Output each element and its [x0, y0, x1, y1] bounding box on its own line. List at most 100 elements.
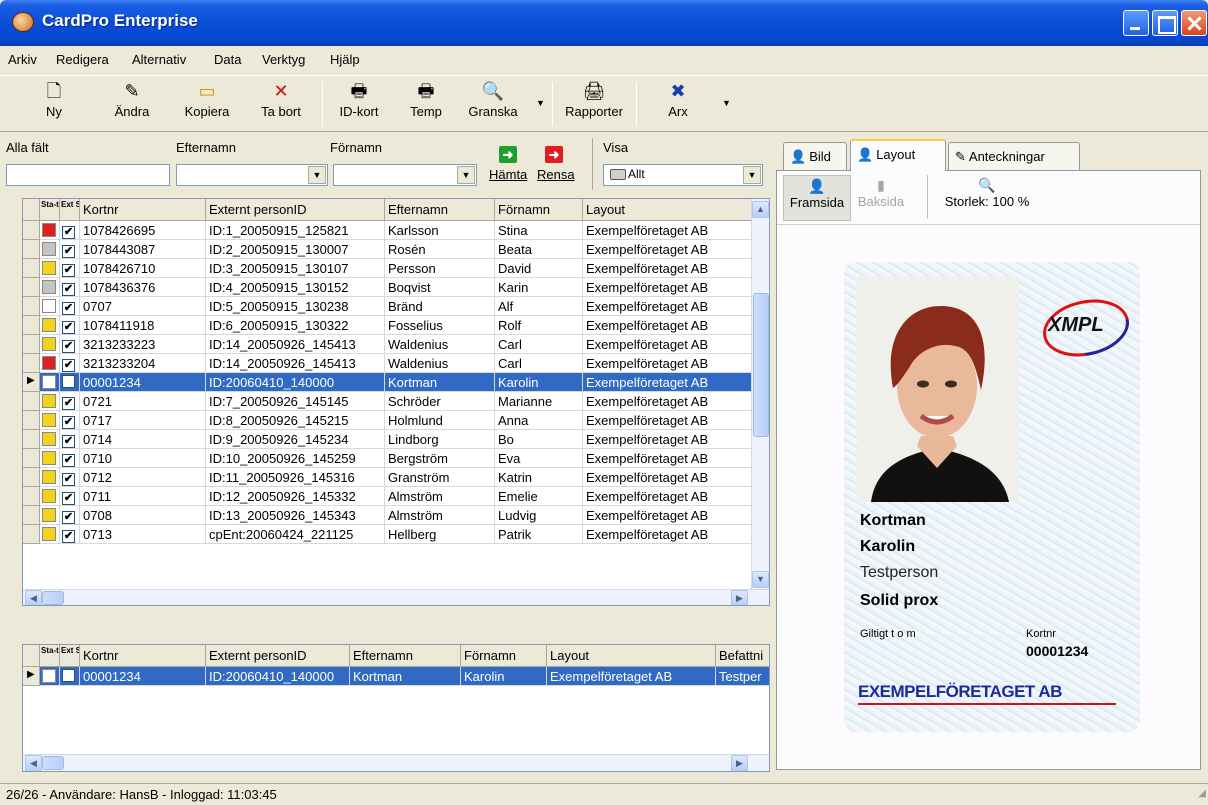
table-row[interactable]: ✔ 0707 ID:5_20050915_130238 Bränd Alf Exempel…: [23, 297, 753, 316]
table-row[interactable]: ✔ 0710 ID:10_20050926_145259 Bergström Eva Ex…: [23, 449, 753, 468]
table-row[interactable]: ▶ 00001234 ID:20060410_140000 Kortman Ka…: [23, 667, 769, 686]
tab-layout[interactable]: 👤 Layout: [850, 139, 946, 171]
table-row[interactable]: ✔ 3213233204 ID:14_20050926_145413 Waldeniu…: [23, 354, 753, 373]
copy-button[interactable]: ▭ Kopiera: [176, 80, 238, 128]
column-header-ext-id[interactable]: Externt personID: [206, 645, 350, 667]
sync-checkbox[interactable]: ✔: [62, 511, 75, 524]
scroll-right-icon[interactable]: ▶: [731, 755, 748, 771]
new-button[interactable]: 🗋 Ny: [34, 80, 74, 128]
sync-checkbox[interactable]: ✔: [62, 321, 75, 334]
menu-verktyg[interactable]: Verktyg: [262, 52, 305, 67]
lastname-filter-combo[interactable]: ▼: [176, 164, 328, 186]
column-header-cardno[interactable]: Kortnr: [80, 199, 206, 221]
table-row[interactable]: ✔ 0714 ID:9_20050926_145234 Lindborg Bo Exemp…: [23, 430, 753, 449]
table-row[interactable]: ✔ 1078436376 ID:4_20050915_130152 Boqvist Ka…: [23, 278, 753, 297]
column-header-position[interactable]: Befattni: [716, 645, 769, 667]
column-header-ext-sync[interactable]: Ext Sync: [60, 645, 80, 667]
fetch-arrow-icon[interactable]: ➜: [499, 146, 517, 163]
firstname-filter-combo[interactable]: ▼: [333, 164, 477, 186]
arx-button[interactable]: ✖ Arx: [652, 80, 704, 128]
sync-checkbox[interactable]: ✔: [62, 359, 75, 372]
clear-arrow-icon[interactable]: ➜: [545, 146, 563, 163]
table-row[interactable]: ✔ 0713 cpEnt:20060424_221125 Hellberg Patrik…: [23, 525, 753, 544]
preview-button[interactable]: 🔍 Granska: [462, 80, 524, 128]
sync-checkbox[interactable]: ✔: [62, 302, 75, 315]
column-header-status[interactable]: Sta-tus: [40, 199, 60, 221]
sync-checkbox[interactable]: ✔: [62, 530, 75, 543]
sync-checkbox[interactable]: ✔: [62, 245, 75, 258]
sync-checkbox[interactable]: ✔: [62, 416, 75, 429]
delete-button[interactable]: ✕ Ta bort: [252, 80, 310, 128]
sync-checkbox[interactable]: ✔: [62, 340, 75, 353]
column-header-firstname[interactable]: Förnamn: [461, 645, 547, 667]
menu-arkiv[interactable]: Arkiv: [8, 52, 37, 67]
table-row[interactable]: ✔ 1078426710 ID:3_20050915_130107 Persson Da…: [23, 259, 753, 278]
tab-notes[interactable]: ✎ Anteckningar: [948, 142, 1080, 170]
scroll-down-icon[interactable]: ▼: [752, 571, 769, 588]
scroll-left-icon[interactable]: ◀: [25, 755, 42, 771]
menu-data[interactable]: Data: [214, 52, 241, 67]
all-fields-input[interactable]: [6, 164, 170, 186]
chevron-down-icon[interactable]: ▼: [743, 166, 761, 184]
table-row[interactable]: ✔ 1078443087 ID:2_20050915_130007 Rosén Beat…: [23, 240, 753, 259]
table-row[interactable]: ✔ 0712 ID:11_20050926_145316 Granström Katri…: [23, 468, 753, 487]
scroll-thumb[interactable]: [42, 591, 64, 605]
scroll-right-icon[interactable]: ▶: [731, 590, 748, 605]
menu-redigera[interactable]: Redigera: [56, 52, 109, 67]
column-header-firstname[interactable]: Förnamn: [495, 199, 583, 221]
scroll-thumb[interactable]: [753, 293, 769, 437]
sync-checkbox[interactable]: [62, 375, 75, 388]
table-row[interactable]: ✔ 3213233223 ID:14_20050926_145413 Waldeniu…: [23, 335, 753, 354]
column-header-ext-sync[interactable]: Ext Sync: [60, 199, 80, 221]
column-header-layout[interactable]: Layout: [547, 645, 716, 667]
table-row[interactable]: ▶ 00001234 ID:20060410_140000 Kortman Karoli…: [23, 373, 753, 392]
size-button[interactable]: 🔍 Storlek: 100 %: [935, 175, 1039, 221]
tab-image[interactable]: 👤 Bild: [783, 142, 847, 170]
sync-checkbox[interactable]: ✔: [62, 226, 75, 239]
idcard-button[interactable]: 🖶 ID-kort: [332, 80, 386, 128]
close-button[interactable]: [1181, 10, 1207, 36]
resize-grip-icon[interactable]: ◢: [1198, 788, 1206, 799]
column-header-ext-id[interactable]: Externt personID: [206, 199, 385, 221]
preview-dropdown-arrow-icon[interactable]: ▼: [536, 98, 545, 108]
front-button[interactable]: 👤 Framsida: [783, 175, 851, 221]
column-header-lastname[interactable]: Efternamn: [385, 199, 495, 221]
chevron-down-icon[interactable]: ▼: [308, 166, 326, 184]
table-row[interactable]: ✔ 0711 ID:12_20050926_145332 Almström Emelie…: [23, 487, 753, 506]
sync-checkbox[interactable]: [62, 669, 75, 682]
horizontal-scrollbar[interactable]: ◀ ▶: [23, 754, 769, 771]
scroll-up-icon[interactable]: ▲: [752, 201, 769, 218]
show-combo[interactable]: Allt ▼: [603, 164, 763, 186]
arx-dropdown-arrow-icon[interactable]: ▼: [722, 98, 731, 108]
sync-checkbox[interactable]: ✔: [62, 264, 75, 277]
column-header-lastname[interactable]: Efternamn: [350, 645, 461, 667]
horizontal-scrollbar[interactable]: ◀ ▶: [23, 589, 769, 605]
maximize-button[interactable]: [1152, 10, 1178, 36]
chevron-down-icon[interactable]: ▼: [457, 166, 475, 184]
menu-hjalp[interactable]: Hjälp: [330, 52, 360, 67]
table-row[interactable]: ✔ 0708 ID:13_20050926_145343 Almström Ludvig…: [23, 506, 753, 525]
fetch-button[interactable]: Hämta: [489, 167, 527, 182]
clear-button[interactable]: Rensa: [537, 167, 575, 182]
temp-button[interactable]: 🖶 Temp: [404, 80, 448, 128]
table-row[interactable]: ✔ 0717 ID:8_20050926_145215 Holmlund Anna Exe…: [23, 411, 753, 430]
sync-checkbox[interactable]: ✔: [62, 473, 75, 486]
column-header-layout[interactable]: Layout: [583, 199, 753, 221]
minimize-button[interactable]: [1123, 10, 1149, 36]
reports-button[interactable]: 🖨 Rapporter: [560, 80, 628, 128]
edit-button[interactable]: ✎ Ändra: [104, 80, 160, 128]
menu-alternativ[interactable]: Alternativ: [132, 52, 186, 67]
sync-checkbox[interactable]: ✔: [62, 492, 75, 505]
sync-checkbox[interactable]: ✔: [62, 397, 75, 410]
table-row[interactable]: ✔ 1078426695 ID:1_20050915_125821 Karlsson S…: [23, 221, 753, 240]
scroll-left-icon[interactable]: ◀: [25, 590, 42, 605]
column-header-cardno[interactable]: Kortnr: [80, 645, 206, 667]
table-row[interactable]: ✔ 0721 ID:7_20050926_145145 Schröder Mariann…: [23, 392, 753, 411]
scroll-thumb[interactable]: [42, 756, 64, 770]
sync-checkbox[interactable]: ✔: [62, 435, 75, 448]
vertical-scrollbar[interactable]: ▲ ▼: [751, 199, 769, 589]
sync-checkbox[interactable]: ✔: [62, 454, 75, 467]
sync-checkbox[interactable]: ✔: [62, 283, 75, 296]
table-row[interactable]: ✔ 1078411918 ID:6_20050915_130322 Fosselius…: [23, 316, 753, 335]
column-header-status[interactable]: Sta-tus: [40, 645, 60, 667]
